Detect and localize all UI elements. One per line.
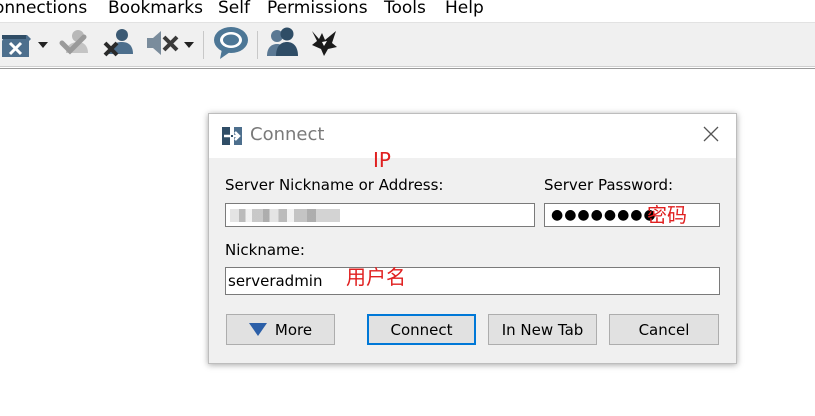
password-label: Server Password: [544, 176, 674, 194]
menu-help[interactable]: Help [445, 0, 484, 19]
address-label: Server Nickname or Address: [225, 176, 444, 194]
disconnect-dropdown[interactable] [36, 27, 50, 63]
text-message-button[interactable] [210, 27, 252, 63]
toolbar [0, 22, 815, 67]
password-value: ●●●●●●●● [551, 207, 657, 223]
menu-bookmarks[interactable]: Bookmarks [108, 0, 203, 19]
dialog-titlebar[interactable]: Connect [209, 114, 736, 158]
connect-icon [221, 125, 243, 147]
deafen-self-button[interactable] [142, 27, 182, 63]
close-button[interactable] [697, 122, 725, 150]
disconnect-button[interactable] [0, 27, 34, 63]
dialog-title: Connect [250, 124, 325, 145]
deafen-self-icon [144, 27, 180, 63]
mumble-wolf-icon [308, 27, 340, 63]
connect-button[interactable]: Connect [367, 314, 476, 345]
triangle-down-icon [248, 323, 267, 336]
cancel-label: Cancel [638, 320, 690, 339]
register-user-icon [58, 27, 90, 63]
toolbar-separator [203, 31, 204, 59]
connect-label: Connect [390, 320, 453, 339]
mute-self-button[interactable] [100, 27, 136, 63]
disconnect-icon [2, 27, 32, 63]
mumble-button[interactable] [306, 27, 342, 63]
annotation-password: 密码 [647, 203, 687, 227]
annotation-username: 用户名 [346, 265, 406, 289]
connect-dialog: Connect Server Nickname or Address: Serv… [208, 113, 737, 364]
toolbar-border [0, 66, 815, 67]
nickname-input[interactable] [228, 271, 717, 291]
nickname-label: Nickname: [225, 241, 305, 259]
password-field[interactable]: ●●●●●●●● [544, 203, 720, 227]
annotation-ip: IP [373, 148, 391, 172]
menu-self[interactable]: Self [218, 0, 250, 19]
mute-self-icon [101, 26, 135, 64]
address-field[interactable] [225, 203, 535, 227]
close-icon [702, 125, 720, 147]
register-button[interactable] [56, 27, 92, 63]
new-tab-button[interactable]: In New Tab [488, 314, 597, 345]
nickname-field[interactable] [225, 267, 720, 295]
menu-tools[interactable]: Tools [384, 0, 426, 19]
chevron-down-icon [38, 42, 48, 48]
menu-connections[interactable]: onnections [0, 0, 87, 19]
menu-bar: onnections Bookmarks Self Permissions To… [0, 0, 815, 22]
menu-permissions[interactable]: Permissions [267, 0, 368, 19]
deafen-dropdown[interactable] [182, 27, 196, 63]
toolbar-border [0, 68, 815, 69]
users-button[interactable] [264, 27, 300, 63]
more-button[interactable]: More [226, 314, 335, 345]
new-tab-label: In New Tab [501, 320, 584, 339]
toolbar-separator [257, 31, 258, 59]
cancel-button[interactable]: Cancel [609, 314, 719, 345]
more-label: More [274, 320, 313, 339]
address-input[interactable] [228, 205, 532, 225]
chevron-down-icon [184, 42, 194, 48]
chat-bubble-icon [212, 25, 250, 65]
users-icon [265, 26, 299, 64]
